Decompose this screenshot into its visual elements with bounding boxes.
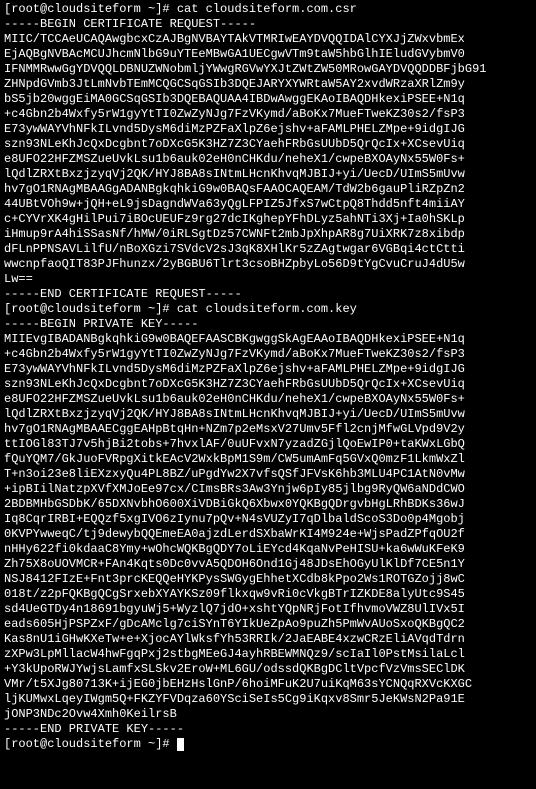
key-body: e8UFO22HFZMSZueUvkLsu1b6auk02eH0nCHKdu/n… (4, 392, 465, 406)
key-body: fQuYQM7/GkJuoFVRpgXitkEAcV2WxkBpM1S9m/CW… (4, 452, 465, 466)
csr-body: 44UBtVOh9w+jQH+eL9jsDagndWVa63yQgLFPIZ5J… (4, 197, 465, 211)
csr-body: ZHNpdGVmb3JtLmNvbTEmMCQGCSqGSIb3DQEJARYX… (4, 77, 465, 91)
csr-body: e8UFO22HFZMSZueUvkLsu1b6auk02eH0nCHKdu/n… (4, 152, 465, 166)
csr-body: MIIC/TCCAeUCAQAwgbcxCzAJBgNVBAYTAkVTMRIw… (4, 32, 465, 46)
key-body: hv7gO1RNAgMBAAECggEAHpBtqHn+NZm7p2eMsxV2… (4, 422, 465, 436)
csr-end: -----END CERTIFICATE REQUEST----- (4, 287, 242, 301)
key-body: eads605HjPSPZxF/gDcAMclg7ciSYnT6YIkUeZpA… (4, 617, 465, 631)
csr-body: szn93NLeKhJcQxDcgbnt7oDXcG5K3HZ7Z3CYaehF… (4, 137, 465, 151)
csr-body: IFNMMRwwGgYDVQQLDBNUZWNobmljYWwgRGVwYXJt… (4, 62, 486, 76)
csr-body: bS5jb20wggEiMA0GCSqGSIb3DQEBAQUAA4IBDwAw… (4, 92, 465, 106)
key-body: NSJ8412FIzE+Fnt3prcKEQQeHYKPysSWGygEhhet… (4, 572, 465, 586)
key-body: T+n3oi23e8liEXzxyQu4PL8BZ/uPgdYw2X7vfsQS… (4, 467, 465, 481)
key-body: 2BDBMHbGSDbK/65DXNvbhO600XiVDBiGkQ6Xbwx0… (4, 497, 465, 511)
csr-body: hv7gO1RNAgMBAAGgADANBgkqhkiG9w0BAQsFAAOC… (4, 182, 465, 196)
key-body: Iq8CqrIRBI+EQQzf5xgIVO6zIynu7pQv+N4sVUZy… (4, 512, 465, 526)
key-body: szn93NLeKhJcQxDcgbnt7oDXcG5K3HZ7Z3CYaehF… (4, 377, 465, 391)
csr-body: EjAQBgNVBAcMCUJhcmNlbG9uYTEeMBwGA1UECgwV… (4, 47, 465, 61)
csr-begin: -----BEGIN CERTIFICATE REQUEST----- (4, 17, 256, 31)
key-body: nHHy622fi0kdaaC8Ymy+wOhcWQKBgQDY7oLiEYcd… (4, 542, 465, 556)
key-body: ttIOGl83TJ7v5hjBi2tobs+7hvxlAF/0uUFvxN7y… (4, 437, 465, 451)
key-body: +Y3kUpoRWJYwjsLamfxSLSkv2EroW+ML6GU/odss… (4, 662, 465, 676)
csr-body: lQdlZRXtBxzjzyqVj2QK/HYJ8BA8sINtmLHcnKhv… (4, 167, 465, 181)
prompt-line-2: [root@cloudsiteform ~]# cat cloudsitefor… (4, 302, 357, 316)
terminal-output[interactable]: [root@cloudsiteform ~]# cat cloudsitefor… (0, 0, 536, 754)
key-body: E73ywWAYVhNFkILvnd5DysM6diMzPZFaXlpZ6ejs… (4, 362, 465, 376)
key-body: 018t/z2pFQKBgQCgSrxebXYAYKSz09flkxqw9vRi… (4, 587, 465, 601)
key-end: -----END PRIVATE KEY----- (4, 722, 184, 736)
csr-body: Lw== (4, 272, 33, 286)
csr-body: wwcnpfaoQIT83PJFhunzx/2yBGBU6Tlrt3csoBHZ… (4, 257, 465, 271)
key-begin: -----BEGIN PRIVATE KEY----- (4, 317, 198, 331)
key-body: VMr/t5XJg80713K+ijEG0jbEHzHslGnP/6hoiMFu… (4, 677, 472, 691)
csr-body: dFLnPPNSAVLilfU/nBoXGzi7SVdcV2sJ3qK8XHlK… (4, 242, 465, 256)
csr-body: E73ywWAYVhNFkILvnd5DysM6diMzPZFaXlpZ6ejs… (4, 122, 465, 136)
csr-body: c+CYVrXK4gHilPui7iBOcUEUFz9rg27dcIKghepY… (4, 212, 465, 226)
prompt-line-3: [root@cloudsiteform ~]# (4, 737, 177, 751)
key-body: ljKUMwxLqeyIWgm5Q+FKZYFVDqza60YSciSeIs5C… (4, 692, 465, 706)
csr-body: +c4Gbn2b4Wxfy5rW1gyYtTI0ZwZyNJg7FzVKymd/… (4, 107, 465, 121)
key-body: jONP3NDc2Ovw4Xmh0KeilrsB (4, 707, 177, 721)
key-body: Kas8nU1iGHwKXeTw+e+XjocAYlWksfYh53RRIk/2… (4, 632, 465, 646)
key-body: 0KVPYwweqC/tj9dewybQQEmeEA0ajzdLerdSXbaW… (4, 527, 465, 541)
key-body: +c4Gbn2b4Wxfy5rW1gyYtTI0ZwZyNJg7FzVKymd/… (4, 347, 465, 361)
key-body: sd4UeGTDy4n18691bgyuWj5+WyzlQ7jdO+xshtYQ… (4, 602, 465, 616)
key-body: lQdlZRXtBxzjzyqVj2QK/HYJ8BA8sINtmLHcnKhv… (4, 407, 465, 421)
key-body: Zh75X8oUOVMCR+FAn4Kqts0Dc0vvA5QDOH6Ond1G… (4, 557, 465, 571)
key-body: +ipBIilNatzpXVfXMJoEe97cx/CImsBRs3Aw3Ynj… (4, 482, 465, 496)
prompt-line-1: [root@cloudsiteform ~]# cat cloudsitefor… (4, 2, 357, 16)
csr-body: iHmup9rA4hiSSasNf/hMW/0iRLSgtDz57CWNFt2m… (4, 227, 465, 241)
terminal-cursor (177, 738, 184, 751)
key-body: zXPw3LpMllacW4hwFgqPxj2stbgMEeGJ4ayhRBEW… (4, 647, 465, 661)
key-body: MIIEvgIBADANBgkqhkiG9w0BAQEFAASCBKgwggSk… (4, 332, 465, 346)
